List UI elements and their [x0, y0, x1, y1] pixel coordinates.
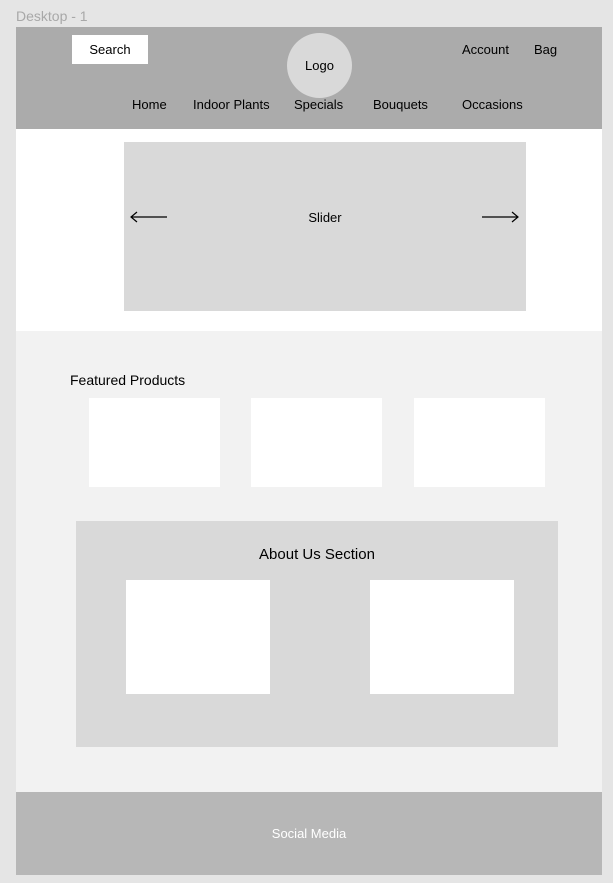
slider-label: Slider	[308, 210, 342, 225]
site-header: Search Logo Account Bag Home Indoor Plan…	[16, 27, 602, 129]
product-card[interactable]	[251, 398, 382, 487]
about-image-placeholder	[126, 580, 270, 694]
search-button[interactable]: Search	[72, 35, 148, 64]
nav-item-occasions[interactable]: Occasions	[462, 97, 523, 112]
featured-products-title: Featured Products	[70, 372, 186, 388]
frame-label: Desktop - 1	[16, 8, 88, 24]
desktop-frame: Search Logo Account Bag Home Indoor Plan…	[16, 27, 602, 875]
arrow-right-icon[interactable]	[480, 208, 520, 226]
about-us-title: About Us Section	[259, 546, 375, 563]
footer-social-media: Social Media	[16, 792, 602, 875]
hero-section: Slider	[16, 129, 602, 331]
product-card[interactable]	[89, 398, 220, 487]
product-card[interactable]	[414, 398, 545, 487]
bag-link[interactable]: Bag	[534, 42, 557, 57]
site-logo[interactable]: Logo	[287, 33, 352, 98]
account-link[interactable]: Account	[462, 42, 509, 57]
about-us-section: About Us Section	[76, 521, 558, 747]
about-image-placeholder	[370, 580, 514, 694]
nav-item-home[interactable]: Home	[132, 97, 167, 112]
nav-item-indoor-plants[interactable]: Indoor Plants	[193, 97, 270, 112]
image-slider[interactable]: Slider	[124, 142, 526, 311]
nav-item-bouquets[interactable]: Bouquets	[373, 97, 428, 112]
nav-item-specials[interactable]: Specials	[294, 97, 343, 112]
